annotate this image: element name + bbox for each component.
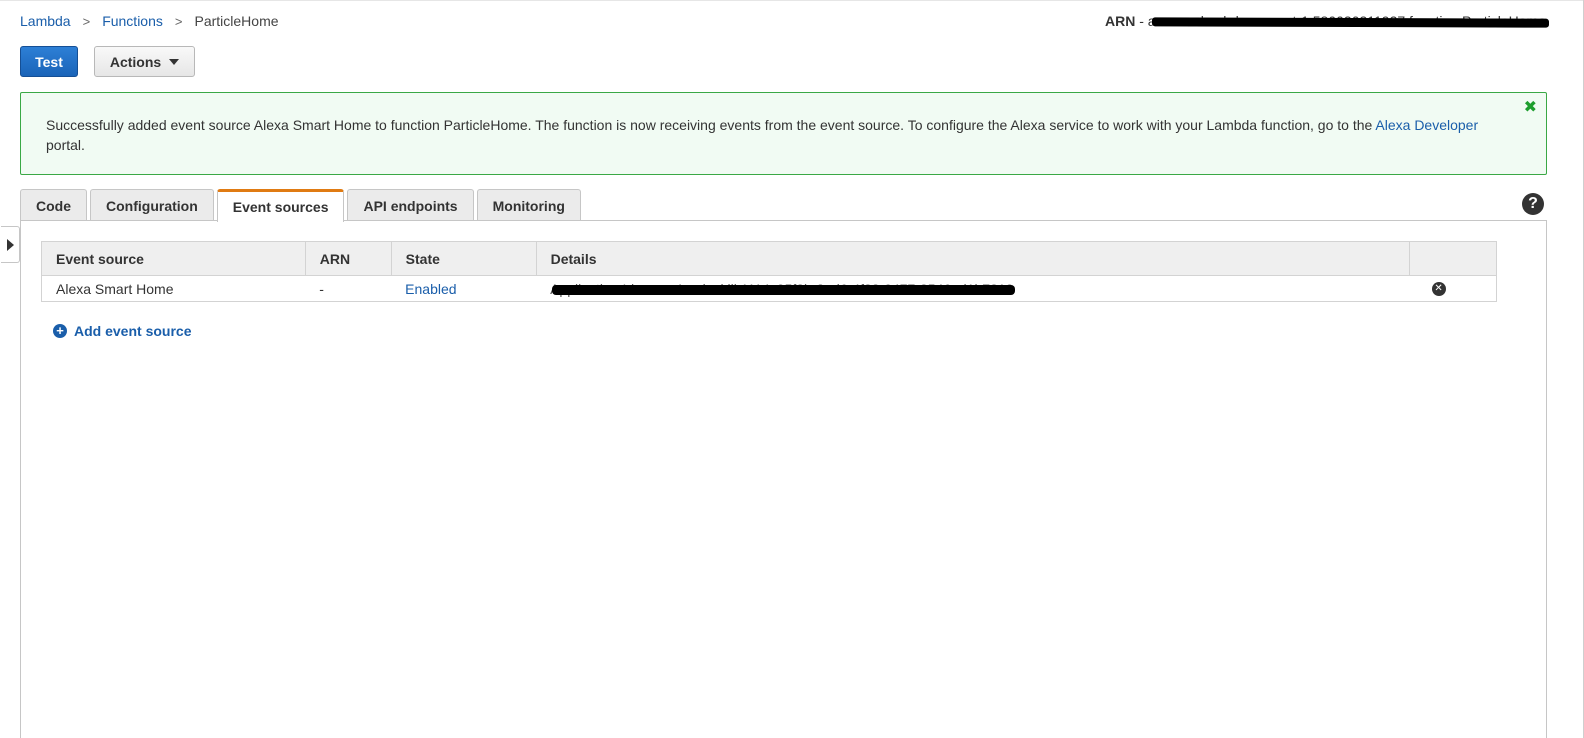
help-icon[interactable]: ? bbox=[1522, 193, 1544, 215]
actions-label: Actions bbox=[109, 53, 162, 70]
caret-down-icon bbox=[169, 58, 180, 65]
breadcrumb-functions[interactable]: Functions bbox=[102, 13, 163, 29]
cell-event-source: Alexa Smart Home bbox=[41, 275, 306, 302]
actions-dropdown-button[interactable]: Actions bbox=[94, 46, 195, 77]
test-button[interactable]: Test bbox=[20, 46, 78, 77]
state-enabled-link[interactable]: Enabled bbox=[405, 281, 456, 297]
sidebar-toggle[interactable] bbox=[1, 226, 20, 263]
column-header-actions bbox=[1409, 241, 1497, 276]
event-sources-table: Event source ARN State Details Alexa Sma… bbox=[41, 241, 1497, 302]
add-event-source-link[interactable]: + Add event source bbox=[53, 323, 191, 339]
tab-event-sources[interactable]: Event sources bbox=[216, 189, 345, 222]
column-header-arn[interactable]: ARN bbox=[304, 241, 392, 276]
caret-right-icon bbox=[6, 238, 14, 251]
success-alert: Successfully added event source Alexa Sm… bbox=[20, 92, 1547, 175]
chevron-right-icon: > bbox=[82, 13, 91, 29]
arn-value-wrap: arn:aws:lambda:us-east-1:580030311927:fu… bbox=[1148, 13, 1550, 29]
table-header-row: Event source ARN State Details bbox=[41, 241, 1497, 276]
details-wrap: Application Id: amzn1.ask.skill.1114c05f… bbox=[550, 281, 1016, 297]
redaction-mark bbox=[1151, 17, 1550, 28]
column-header-state[interactable]: State bbox=[390, 241, 537, 276]
alert-message-end: portal. bbox=[46, 137, 85, 153]
column-header-event-source[interactable]: Event source bbox=[41, 241, 306, 276]
alert-message: Successfully added event source Alexa Sm… bbox=[46, 115, 1506, 155]
redaction-mark bbox=[552, 284, 1016, 295]
tab-monitoring[interactable]: Monitoring bbox=[476, 189, 581, 221]
top-divider bbox=[0, 0, 1584, 1]
alexa-developer-link[interactable]: Alexa Developer bbox=[1375, 117, 1478, 133]
close-icon[interactable]: ✖ bbox=[1524, 100, 1537, 116]
breadcrumb-current: ParticleHome bbox=[194, 13, 279, 29]
column-header-details[interactable]: Details bbox=[535, 241, 1411, 276]
tab-code[interactable]: Code bbox=[20, 189, 87, 221]
breadcrumb: Lambda > Functions > ParticleHome bbox=[20, 13, 279, 29]
tab-bar: Code Configuration Event sources API end… bbox=[20, 189, 581, 222]
alert-message-text: Successfully added event source Alexa Sm… bbox=[46, 117, 1376, 133]
tab-configuration[interactable]: Configuration bbox=[90, 189, 214, 221]
add-event-source-label: Add event source bbox=[74, 323, 192, 339]
cell-remove: ✕ bbox=[1409, 275, 1497, 302]
table-row[interactable]: Alexa Smart Home - Enabled Application I… bbox=[41, 275, 1497, 302]
remove-circle-icon[interactable]: ✕ bbox=[1431, 281, 1446, 296]
cell-state: Enabled bbox=[391, 275, 537, 302]
cell-details: Application Id: amzn1.ask.skill.1114c05f… bbox=[536, 275, 1410, 302]
chevron-right-icon: > bbox=[174, 13, 183, 29]
cell-arn: - bbox=[305, 275, 392, 302]
function-arn: ARN - arn:aws:lambda:us-east-1:580030311… bbox=[1105, 13, 1550, 29]
arn-label: ARN bbox=[1105, 13, 1136, 29]
arn-dash: - bbox=[1135, 13, 1148, 29]
breadcrumb-lambda[interactable]: Lambda bbox=[20, 13, 71, 29]
tab-api-endpoints[interactable]: API endpoints bbox=[347, 189, 474, 221]
plus-circle-icon: + bbox=[53, 324, 67, 338]
